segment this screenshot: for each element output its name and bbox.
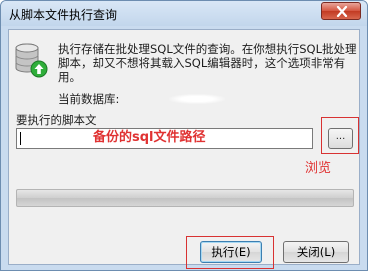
close-icon <box>336 6 348 17</box>
dialog-description: 执行存储在批处理SQL文件的查询。在你想执行SQL批处理脚本，却又不想将其载入S… <box>58 42 357 84</box>
database-run-icon <box>15 43 48 78</box>
window-title: 从脚本文件执行查询 <box>9 8 118 22</box>
title-bar[interactable]: 从脚本文件执行查询 <box>1 1 367 26</box>
path-annotation: 备份的sql文件路径 <box>93 130 206 145</box>
browse-button[interactable]: ... <box>328 128 353 149</box>
text-caret <box>20 132 21 145</box>
window-close-button[interactable] <box>321 2 361 20</box>
execution-progress-bar <box>16 189 354 207</box>
dialog-window: 从脚本文件执行查询 执行存储在批处理SQL文件的查询。在你想执行SQL批处理脚本… <box>0 0 368 271</box>
browse-annotation: 浏览 <box>305 161 332 176</box>
execute-button[interactable]: 执行(E) <box>200 241 262 263</box>
close-button[interactable]: 关闭(L) <box>283 241 349 263</box>
redacted-database-name <box>169 94 225 104</box>
dialog-client-area: 执行存储在批处理SQL文件的查询。在你想执行SQL批处理脚本，却又不想将其载入S… <box>8 29 360 265</box>
current-database-label: 当前数据库: <box>58 92 120 106</box>
script-path-label: 要执行的脚本文 <box>16 113 97 127</box>
